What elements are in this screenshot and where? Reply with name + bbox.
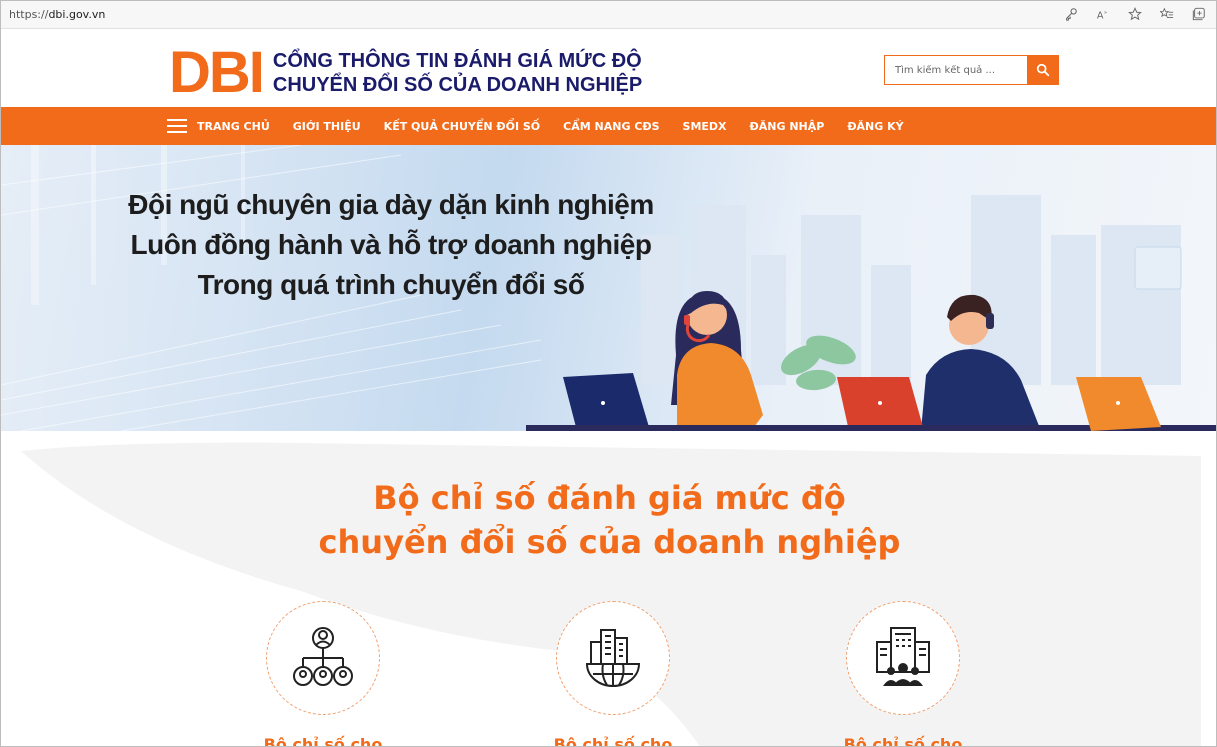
read-aloud-icon[interactable]: A»	[1094, 5, 1112, 23]
address-bar[interactable]: https://dbi.gov.vn	[9, 8, 105, 21]
index-card-1[interactable]: Bộ chỉ số cho	[263, 601, 383, 747]
building-people-icon	[876, 627, 930, 686]
url-scheme: https://	[9, 8, 49, 21]
nav-item-home[interactable]: TRANG CHỦ	[197, 120, 270, 133]
main-nav: TRANG CHỦ GIỚI THIỆU KẾT QUẢ CHUYỂN ĐỔI …	[1, 107, 1216, 145]
card-label: Bộ chỉ số cho	[843, 735, 963, 747]
index-section: Bộ chỉ số đánh giá mức độ chuyển đổi số …	[1, 431, 1216, 747]
nav-item-register[interactable]: ĐĂNG KÝ	[847, 120, 903, 133]
section-title: Bộ chỉ số đánh giá mức độ chuyển đổi số …	[1, 476, 1216, 564]
index-card-2[interactable]: Bộ chỉ số cho	[553, 601, 673, 747]
menu-icon[interactable]	[167, 119, 187, 133]
card-icon-circle	[556, 601, 670, 715]
nav-item-smedx[interactable]: SMEDX	[683, 120, 727, 133]
logo-title-line-2: CHUYỂN ĐỔI SỐ CỦA DOANH NGHIỆP	[272, 74, 643, 96]
city-globe-icon	[585, 629, 641, 687]
hero-headline: Đội ngũ chuyên gia dày dặn kinh nghiệm L…	[111, 185, 671, 305]
index-card-3[interactable]: Bộ chỉ số cho	[843, 601, 963, 747]
card-icon-circle	[846, 601, 960, 715]
favorite-icon[interactable]	[1126, 5, 1144, 23]
svg-text:»: »	[1104, 10, 1107, 16]
org-chart-icon	[293, 627, 353, 686]
search-button[interactable]	[1027, 55, 1059, 85]
favorites-list-icon[interactable]	[1158, 5, 1176, 23]
search-icon	[1036, 63, 1050, 77]
nav-item-login[interactable]: ĐĂNG NHẬP	[750, 120, 825, 133]
logo-title: CỔNG THÔNG TIN ĐÁNH GIÁ MỨC ĐỘ CHUYỂN ĐỔ…	[273, 49, 642, 97]
search-input[interactable]	[884, 55, 1027, 85]
hero-banner: Đội ngũ chuyên gia dày dặn kinh nghiệm L…	[1, 145, 1216, 431]
card-label: Bộ chỉ số cho	[263, 735, 383, 747]
site-header: DBI CỔNG THÔNG TIN ĐÁNH GIÁ MỨC ĐỘ CHUYỂ…	[1, 29, 1216, 107]
card-icon-circle	[266, 601, 380, 715]
key-icon[interactable]	[1062, 5, 1080, 23]
browser-window: https://dbi.gov.vn A» DBI CỔNG THÔNG TIN	[0, 0, 1217, 747]
site-logo[interactable]: DBI CỔNG THÔNG TIN ĐÁNH GIÁ MỨC ĐỘ CHUYỂ…	[169, 40, 642, 105]
logo-title-line-1: CỔNG THÔNG TIN ĐÁNH GIÁ MỨC ĐỘ	[272, 50, 642, 72]
section-title-line-1: Bộ chỉ số đánh giá mức độ	[373, 479, 846, 517]
hero-line-2: Luôn đồng hành và hỗ trợ doanh nghiệp	[130, 229, 652, 260]
url-host: dbi.gov.vn	[48, 8, 106, 21]
nav-item-results[interactable]: KẾT QUẢ CHUYỂN ĐỔI SỐ	[384, 120, 541, 133]
search-box	[884, 55, 1059, 85]
browser-toolbar: https://dbi.gov.vn A»	[1, 1, 1216, 29]
hero-line-1: Đội ngũ chuyên gia dày dặn kinh nghiệm	[128, 189, 654, 220]
logo-mark: DBI	[169, 40, 265, 105]
nav-item-about[interactable]: GIỚI THIỆU	[293, 120, 361, 133]
section-title-line-2: chuyển đổi số của doanh nghiệp	[318, 523, 901, 561]
nav-item-handbook[interactable]: CẨM NANG CĐS	[563, 120, 659, 133]
hero-line-3: Trong quá trình chuyển đổi số	[197, 269, 585, 300]
svg-text:A: A	[1097, 10, 1104, 21]
card-label: Bộ chỉ số cho	[553, 735, 673, 747]
collections-icon[interactable]	[1190, 5, 1208, 23]
